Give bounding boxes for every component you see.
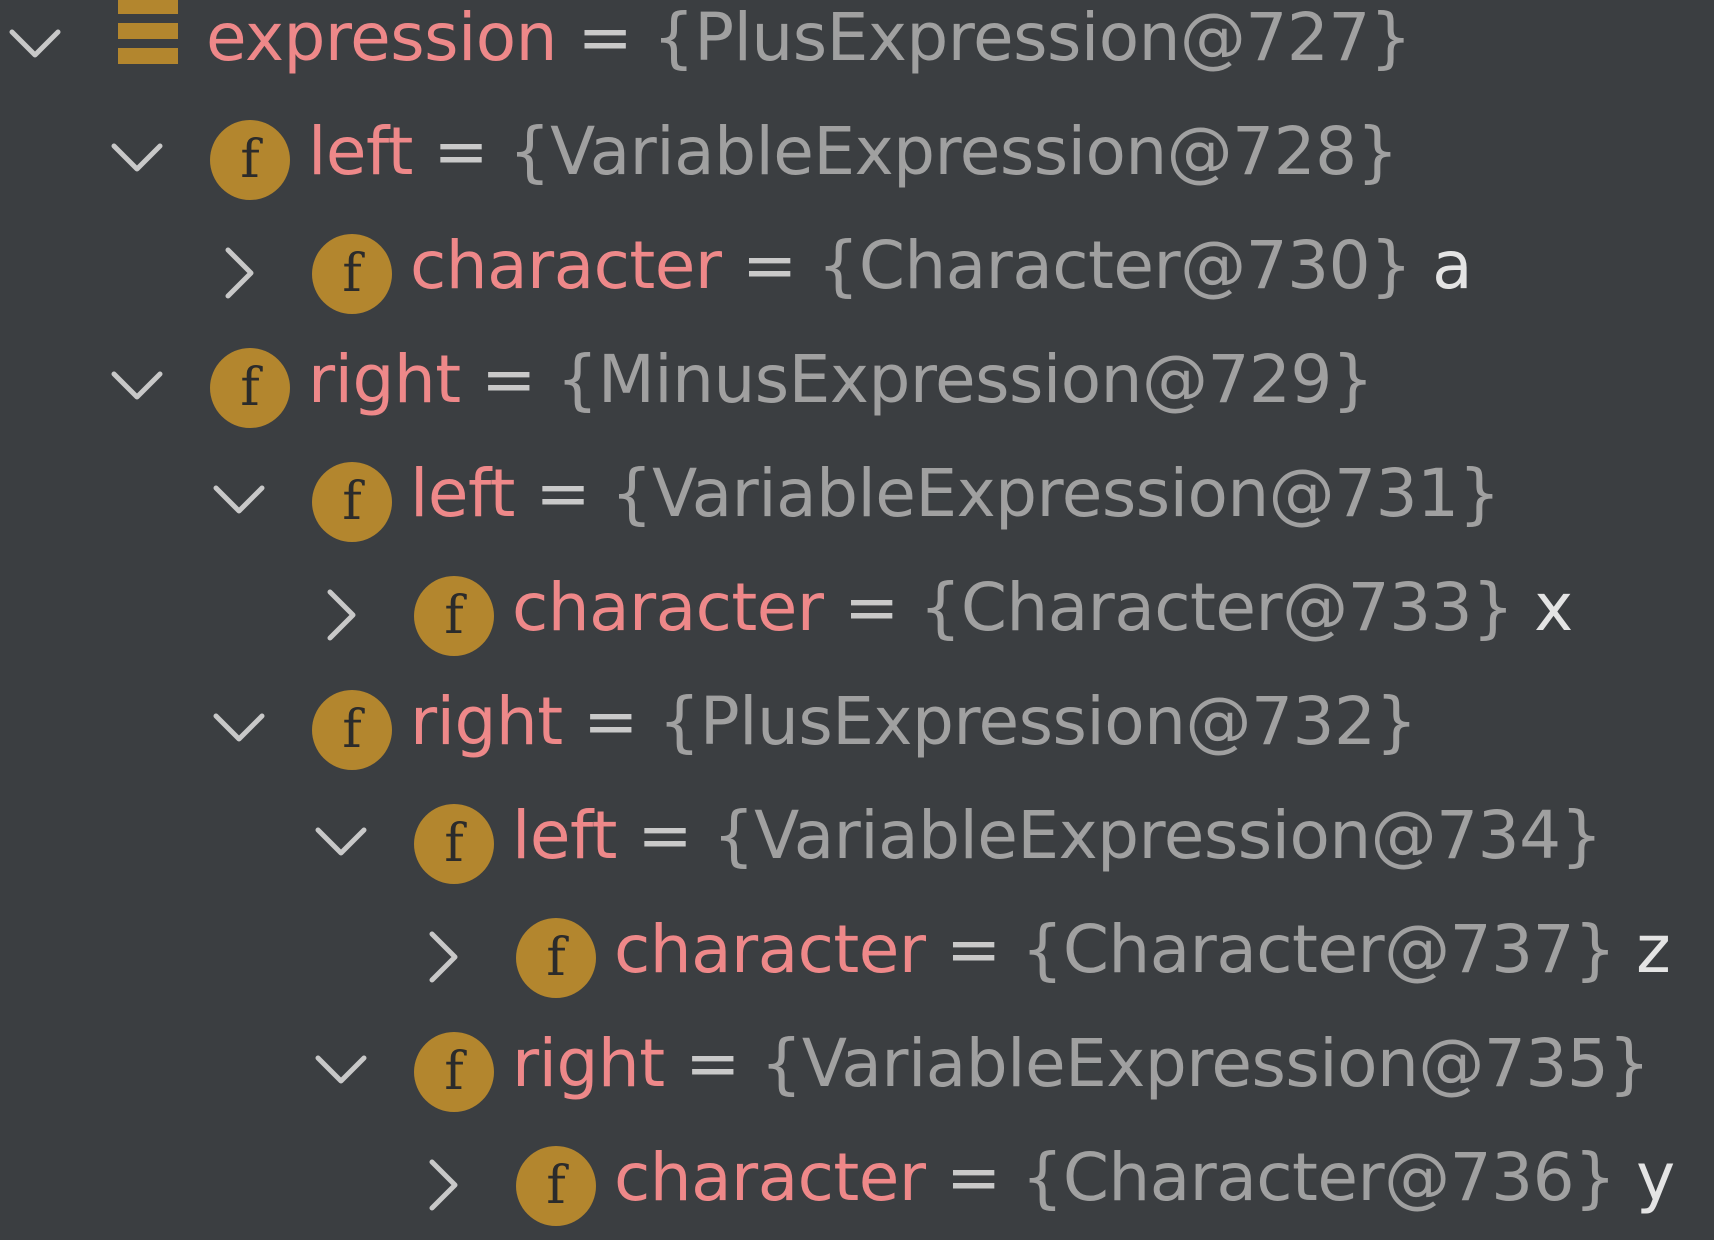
tree-row[interactable]: f right = {VariableExpression@735} [0,1014,1714,1128]
field-extra-value: y [1636,1139,1675,1216]
field-value: {MinusExpression@729} [556,341,1374,418]
equals-sign: = [637,797,693,874]
tree-row[interactable]: f left = {VariableExpression@731} [0,444,1714,558]
tree-row-text: character = {Character@736} y [614,1128,1675,1240]
tree-row-text: character = {Character@737} z [614,900,1671,1014]
field-name: left [512,797,617,874]
tree-row[interactable]: f left = {VariableExpression@734} [0,786,1714,900]
equals-sign: = [535,455,591,532]
tree-row-text: character = {Character@730} a [410,216,1473,330]
field-value: {Character@736} [1021,1139,1616,1216]
chevron-right-icon[interactable] [408,922,478,992]
field-f-icon: f [516,1146,596,1226]
field-value: {Character@730} [817,227,1412,304]
field-value: {PlusExpression@727} [652,0,1412,76]
field-f-icon: f [312,462,392,542]
equals-sign: = [481,341,536,418]
chevron-down-icon[interactable] [204,466,274,536]
equals-sign: = [946,911,1001,988]
chevron-down-icon[interactable] [306,808,376,878]
field-extra-value: x [1534,569,1573,646]
equals-sign: = [583,683,638,760]
field-f-icon: f [414,576,494,656]
equals-sign: = [742,227,797,304]
field-name: character [512,569,824,646]
chevron-right-icon[interactable] [204,238,274,308]
field-value: {VariableExpression@734} [712,797,1603,874]
field-name: left [410,455,515,532]
tree-row-text: character = {Character@733} x [512,558,1573,672]
tree-row[interactable]: f left = {VariableExpression@728} [0,102,1714,216]
tree-row[interactable]: f character = {Character@736} y [0,1128,1714,1240]
field-f-icon: f [414,804,494,884]
tree-row[interactable]: expression = {PlusExpression@727} [0,0,1714,102]
field-name: character [614,1139,926,1216]
chevron-right-icon[interactable] [408,1150,478,1220]
field-f-icon: f [516,918,596,998]
equals-sign: = [577,0,633,76]
variable-stack-icon [118,0,178,64]
field-name: right [410,683,563,760]
equals-sign: = [946,1139,1001,1216]
field-value: {VariableExpression@728} [508,113,1399,190]
field-value: {Character@733} [919,569,1514,646]
field-f-icon: f [312,234,392,314]
tree-row-text: right = {PlusExpression@732} [410,672,1417,786]
field-f-icon: f [210,348,290,428]
tree-row-text: left = {VariableExpression@728} [308,102,1399,216]
field-extra-value: z [1636,911,1671,988]
tree-row-text: expression = {PlusExpression@727} [206,0,1412,102]
tree-row[interactable]: f right = {MinusExpression@729} [0,330,1714,444]
field-name: character [410,227,722,304]
tree-row-text: right = {MinusExpression@729} [308,330,1374,444]
field-name: character [614,911,926,988]
chevron-down-icon[interactable] [306,1036,376,1106]
variables-tree[interactable]: expression = {PlusExpression@727} f left =… [0,0,1714,1240]
field-value: {PlusExpression@732} [658,683,1417,760]
chevron-right-icon[interactable] [306,580,376,650]
equals-sign: = [433,113,489,190]
tree-row[interactable]: f character = {Character@733} x [0,558,1714,672]
tree-row-text: left = {VariableExpression@734} [512,786,1603,900]
field-f-icon: f [210,120,290,200]
field-name: right [308,341,461,418]
tree-row-text: right = {VariableExpression@735} [512,1014,1650,1128]
field-value: {Character@737} [1021,911,1616,988]
tree-row[interactable]: f character = {Character@730} a [0,216,1714,330]
field-f-icon: f [414,1032,494,1112]
field-extra-value: a [1432,227,1473,304]
chevron-down-icon[interactable] [0,10,70,80]
chevron-down-icon[interactable] [102,352,172,422]
chevron-down-icon[interactable] [204,694,274,764]
tree-row[interactable]: f right = {PlusExpression@732} [0,672,1714,786]
field-name: right [512,1025,665,1102]
tree-row-text: left = {VariableExpression@731} [410,444,1501,558]
equals-sign: = [844,569,899,646]
field-f-icon: f [312,690,392,770]
field-name: left [308,113,413,190]
tree-row[interactable]: f character = {Character@737} z [0,900,1714,1014]
chevron-down-icon[interactable] [102,124,172,194]
field-name: expression [206,0,558,76]
field-value: {VariableExpression@735} [760,1025,1650,1102]
equals-sign: = [685,1025,740,1102]
field-value: {VariableExpression@731} [610,455,1501,532]
